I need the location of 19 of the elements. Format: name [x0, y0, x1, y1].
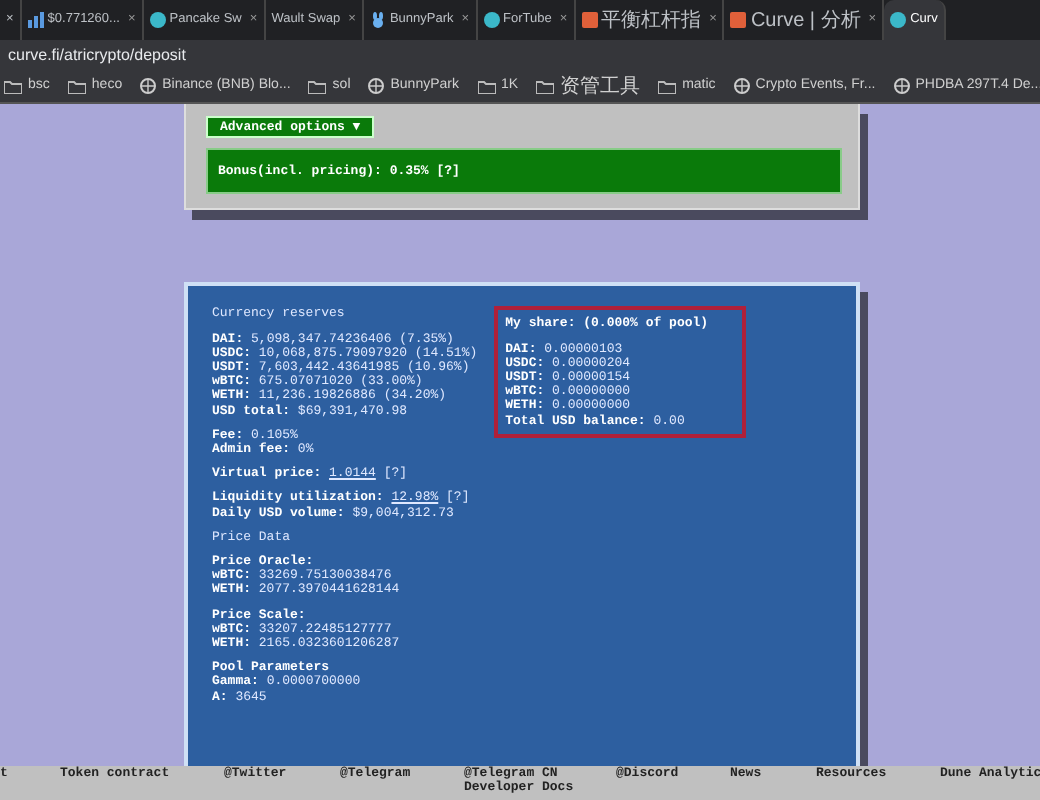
folder-icon — [658, 79, 677, 93]
globe-icon — [733, 78, 750, 94]
folder-icon — [308, 79, 327, 93]
folder-icon — [477, 79, 495, 93]
globe-icon — [893, 78, 910, 94]
address-field[interactable]: curve.fi/atricrypto/deposit — [8, 43, 186, 67]
square-icon — [581, 12, 598, 28]
folder-icon — [67, 79, 86, 93]
folder-icon — [4, 79, 22, 93]
circle-icon — [149, 12, 166, 28]
square-icon — [730, 12, 747, 28]
folder-icon — [536, 79, 555, 93]
globe-icon — [368, 78, 385, 94]
circle-icon — [483, 12, 500, 28]
bunny-icon — [369, 12, 386, 28]
circle-icon — [890, 12, 907, 28]
globe-icon — [140, 78, 157, 94]
bookmark[interactable]: 资管工具 — [536, 71, 641, 101]
bar-chart-icon — [27, 12, 44, 28]
